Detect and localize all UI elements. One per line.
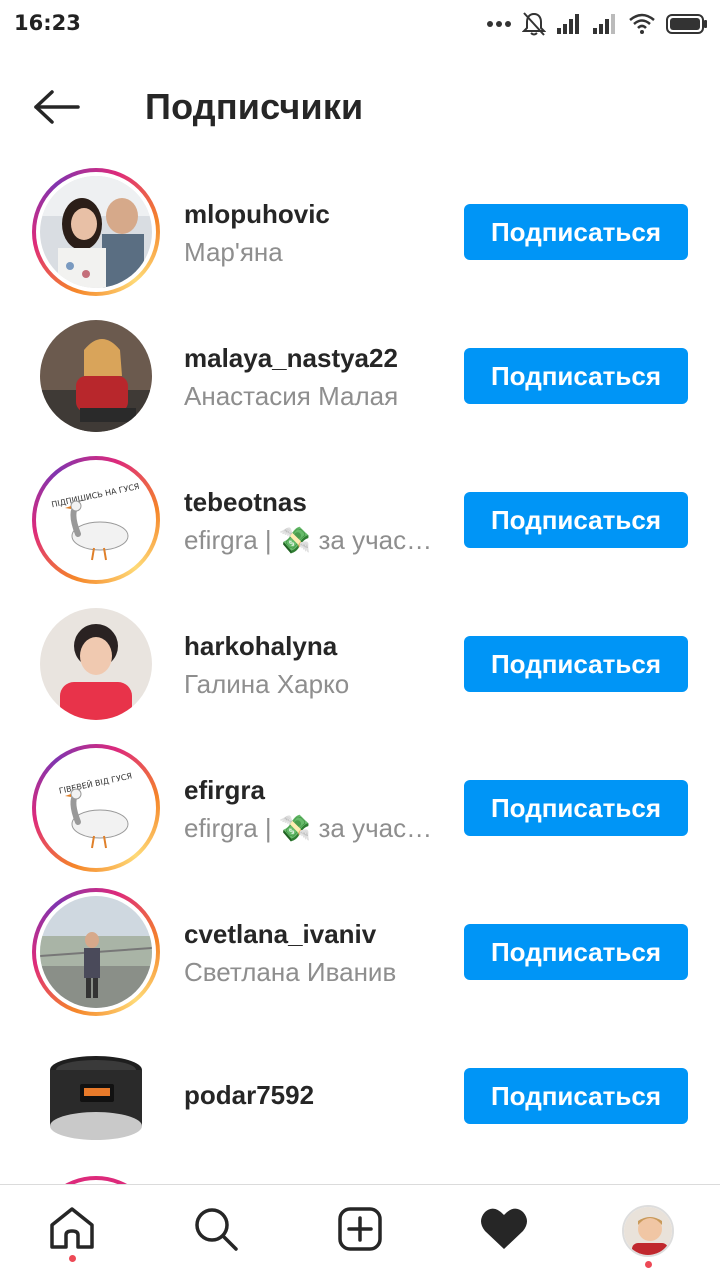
battery-icon [666, 14, 707, 34]
status-icons [486, 10, 708, 38]
list-item[interactable]: podar7592 Подписаться [0, 1024, 720, 1168]
follow-button[interactable]: Подписаться [464, 636, 688, 692]
follow-button[interactable]: Подписаться [464, 492, 688, 548]
avatar [40, 176, 152, 288]
followers-list: mlopuhovic Мар'яна Подписаться malaya_na… [0, 160, 720, 1168]
status-bar: 16:23 [0, 0, 720, 48]
activity-heart-icon [481, 1208, 527, 1249]
username[interactable]: mlopuhovic [184, 198, 444, 230]
story-ring[interactable]: ГІВЕВЕЙ ВІД ГУСЯ [32, 744, 160, 872]
full-name: Светлана Иванив [184, 957, 397, 987]
user-names: mlopuhovic Мар'яна [184, 198, 444, 268]
search-icon [195, 1208, 238, 1251]
username[interactable]: tebeotnas [184, 486, 444, 518]
nav-search[interactable] [186, 1205, 246, 1261]
avatar: ГІВЕВЕЙ ВІД ГУСЯ [40, 752, 152, 864]
avatar [40, 896, 152, 1008]
nav-new-post[interactable] [330, 1205, 390, 1261]
arrow-left-icon [34, 90, 80, 124]
list-item[interactable]: ГІВЕВЕЙ ВІД ГУСЯ efirgra efirgra | 💸 за … [0, 736, 720, 880]
header: Подписчики [0, 60, 720, 152]
user-names: cvetlana_ivaniv Светлана Иванив [184, 918, 444, 988]
status-time: 16:23 [14, 11, 81, 35]
more-dots-icon [487, 21, 511, 27]
user-names: podar7592 [184, 1079, 444, 1111]
username[interactable]: harkohalyna [184, 630, 444, 662]
username[interactable]: malaya_nastya22 [184, 342, 444, 374]
user-names: efirgra efirgra | 💸 за участие [184, 774, 444, 844]
avatar [40, 320, 152, 432]
list-item[interactable]: cvetlana_ivaniv Светлана Иванив Подписат… [0, 880, 720, 1024]
username[interactable]: cvetlana_ivaniv [184, 918, 444, 950]
full-name: Мар'яна [184, 237, 283, 267]
list-item[interactable]: ПІДПИШИСЬ НА ГУСЯ tebeotnas efirgra | 💸 … [0, 448, 720, 592]
user-names: tebeotnas efirgra | 💸 за участие [184, 486, 444, 556]
story-ring[interactable]: ПІДПИШИСЬ НА ГУСЯ [32, 456, 160, 584]
full-name: Галина Харко [184, 669, 350, 699]
bottom-nav [0, 1184, 720, 1280]
list-item[interactable]: mlopuhovic Мар'яна Подписаться [0, 160, 720, 304]
nav-profile[interactable] [618, 1205, 678, 1268]
avatar-container[interactable] [32, 312, 160, 440]
notification-dot [645, 1261, 652, 1268]
story-ring[interactable] [32, 888, 160, 1016]
avatar-container[interactable] [32, 600, 160, 728]
full-name: efirgra | 💸 за участие [184, 813, 444, 843]
list-item[interactable]: malaya_nastya22 Анастасия Малая Подписат… [0, 304, 720, 448]
follow-button[interactable]: Подписаться [464, 780, 688, 836]
back-button[interactable] [26, 82, 86, 132]
wifi-icon [629, 13, 655, 34]
avatar [40, 608, 152, 720]
avatar: ПІДПИШИСЬ НА ГУСЯ [40, 464, 152, 576]
username[interactable]: efirgra [184, 774, 444, 806]
signal-icon [557, 14, 579, 34]
nav-home[interactable] [42, 1205, 102, 1262]
notification-dot [69, 1255, 76, 1262]
profile-avatar [622, 1205, 674, 1257]
list-item[interactable]: harkohalyna Галина Харко Подписаться [0, 592, 720, 736]
user-names: harkohalyna Галина Харко [184, 630, 444, 700]
home-icon [50, 1207, 94, 1249]
signal-icon-2 [593, 14, 615, 34]
full-name: efirgra | 💸 за участие [184, 525, 444, 555]
story-ring[interactable] [32, 168, 160, 296]
follow-button[interactable]: Подписаться [464, 924, 688, 980]
follow-button[interactable]: Подписаться [464, 204, 688, 260]
avatar-container[interactable] [32, 1032, 160, 1160]
mute-bell-icon [522, 12, 546, 36]
full-name: Анастасия Малая [184, 381, 399, 411]
user-names: malaya_nastya22 Анастасия Малая [184, 342, 444, 412]
avatar [40, 1040, 152, 1152]
follow-button[interactable]: Подписаться [464, 348, 688, 404]
page-title: Подписчики [145, 86, 364, 127]
follow-button[interactable]: Подписаться [464, 1068, 688, 1124]
add-post-icon [338, 1207, 382, 1251]
username[interactable]: podar7592 [184, 1079, 444, 1111]
nav-activity[interactable] [474, 1205, 534, 1261]
